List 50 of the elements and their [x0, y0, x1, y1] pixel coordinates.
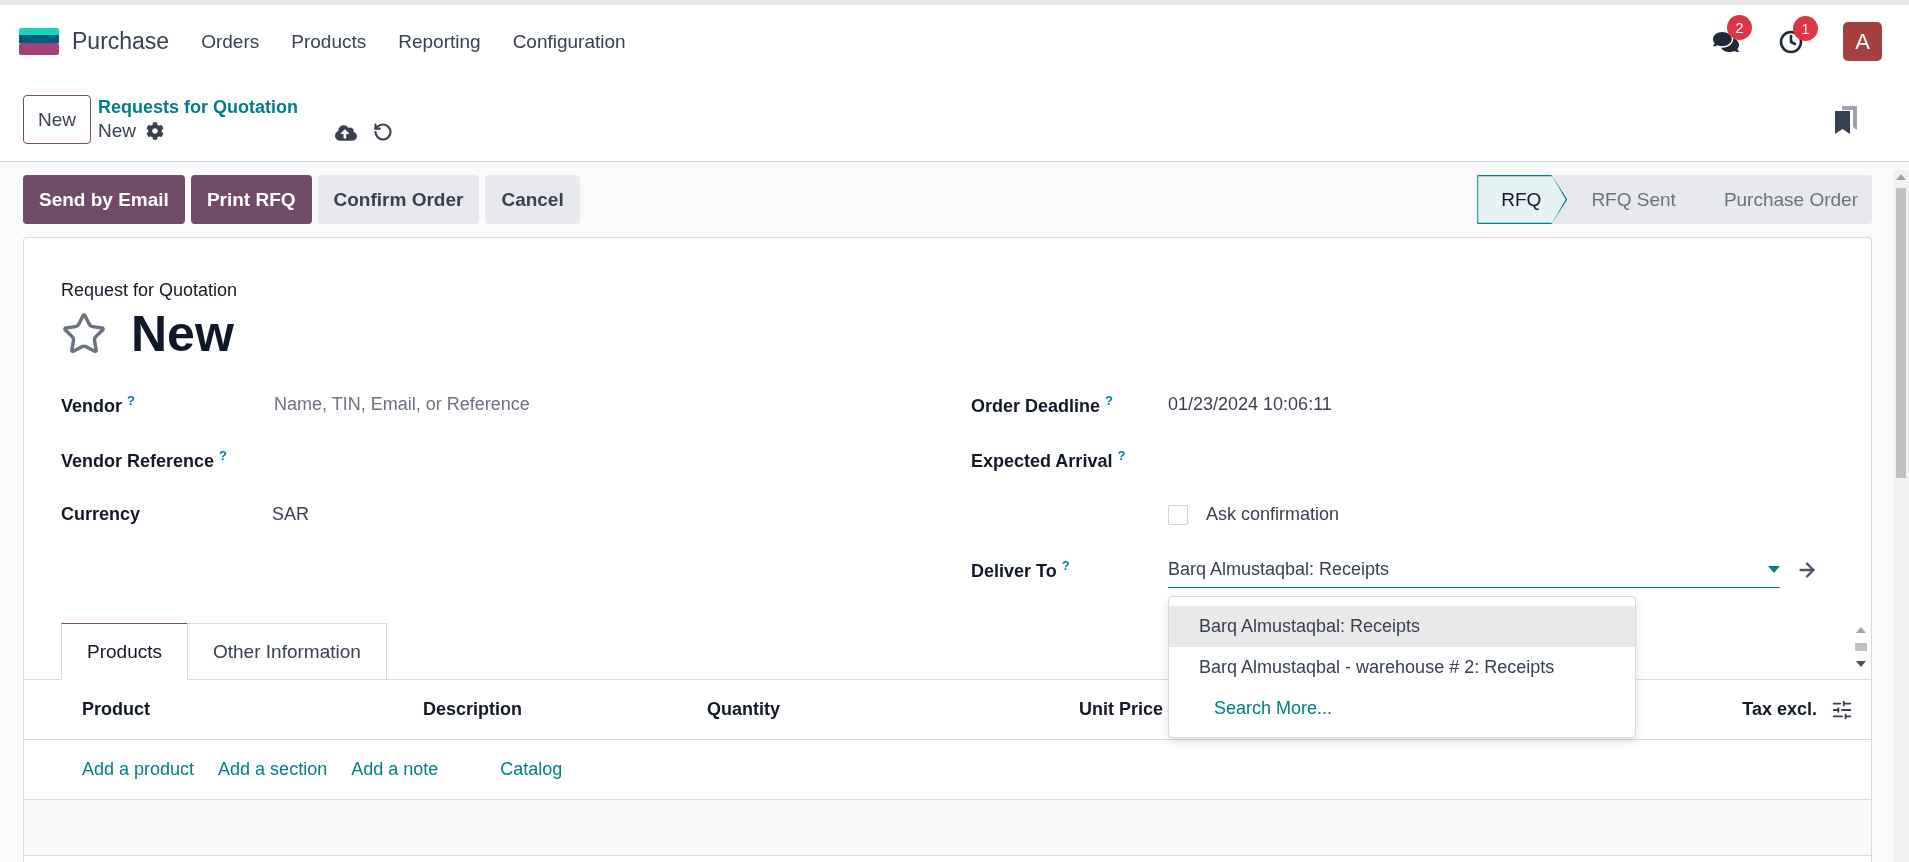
sliders-icon[interactable] — [1831, 698, 1853, 721]
column-header: Description — [423, 699, 523, 720]
tab[interactable]: Other Information — [187, 623, 387, 680]
column-header: Quantity — [707, 699, 780, 720]
action-button[interactable]: Cancel — [485, 175, 580, 224]
action-button[interactable]: Send by Email — [23, 175, 185, 224]
app-logo-icon — [19, 28, 59, 55]
menu-item[interactable]: Orders — [201, 30, 260, 53]
menu-item[interactable]: Products — [291, 30, 367, 53]
column-header: Product — [82, 699, 150, 720]
field-label: Currency — [61, 504, 142, 525]
undo-icon[interactable] — [373, 121, 394, 142]
action-button[interactable]: Confirm Order — [317, 175, 480, 224]
clock-icon[interactable] — [1779, 29, 1803, 54]
record-title: New — [131, 305, 234, 363]
field-label: Order Deadline $^{?}$ — [971, 392, 1114, 417]
field-label: Deliver To $^{?}$ — [971, 557, 1071, 582]
dropdown-option[interactable]: Barq Almustaqbal: Receipts — [1169, 605, 1635, 647]
tab[interactable]: Products — [61, 623, 188, 680]
add-line-link[interactable]: Add a section — [218, 759, 328, 780]
add-line-link[interactable]: Add a product — [82, 759, 195, 780]
checkbox-label: Ask confirmation — [1206, 504, 1340, 525]
field-label: Vendor Reference $^{?}$ — [61, 447, 228, 472]
status-stage[interactable]: RFQ — [1477, 175, 1568, 224]
breadcrumb-current: New — [98, 120, 137, 142]
user-avatar[interactable]: A — [1843, 22, 1882, 61]
menu-item[interactable]: Reporting — [398, 30, 481, 53]
column-header: Tax excl. — [1742, 699, 1817, 720]
search-more-link[interactable]: Search More... — [1169, 687, 1635, 729]
field-value[interactable]: 01/23/2024 10:06:11 — [1168, 394, 1834, 415]
add-line-link[interactable]: Catalog — [500, 759, 563, 780]
count-badge: 2 — [1727, 14, 1752, 40]
select-field[interactable]: Barq Almustaqbal: Receipts — [1168, 551, 1780, 588]
checkbox[interactable] — [1168, 504, 1188, 525]
menu-item[interactable]: Configuration — [512, 30, 626, 53]
dropdown-option[interactable]: Barq Almustaqbal - warehouse # 2: Receipts — [1169, 646, 1635, 688]
new-button[interactable]: New — [23, 95, 91, 144]
caret-icon — [1768, 565, 1780, 573]
bookmarks-icon[interactable] — [1835, 105, 1857, 134]
breadcrumb-link[interactable]: Requests for Quotation — [98, 97, 299, 118]
form-subtitle: Request for Quotation — [61, 280, 239, 301]
add-line-link[interactable]: Add a note — [351, 759, 439, 780]
count-badge: 1 — [1793, 15, 1818, 41]
column-header: Unit Price — [1079, 699, 1164, 720]
settings-icon[interactable] — [146, 122, 165, 140]
field-value[interactable]: SAR — [272, 504, 971, 525]
field-label: Expected Arrival $^{?}$ — [971, 447, 1127, 472]
action-button[interactable]: Print RFQ — [190, 175, 312, 224]
field-label: Vendor $^{?}$ — [61, 392, 136, 417]
app-name[interactable]: Purchase — [72, 28, 170, 55]
